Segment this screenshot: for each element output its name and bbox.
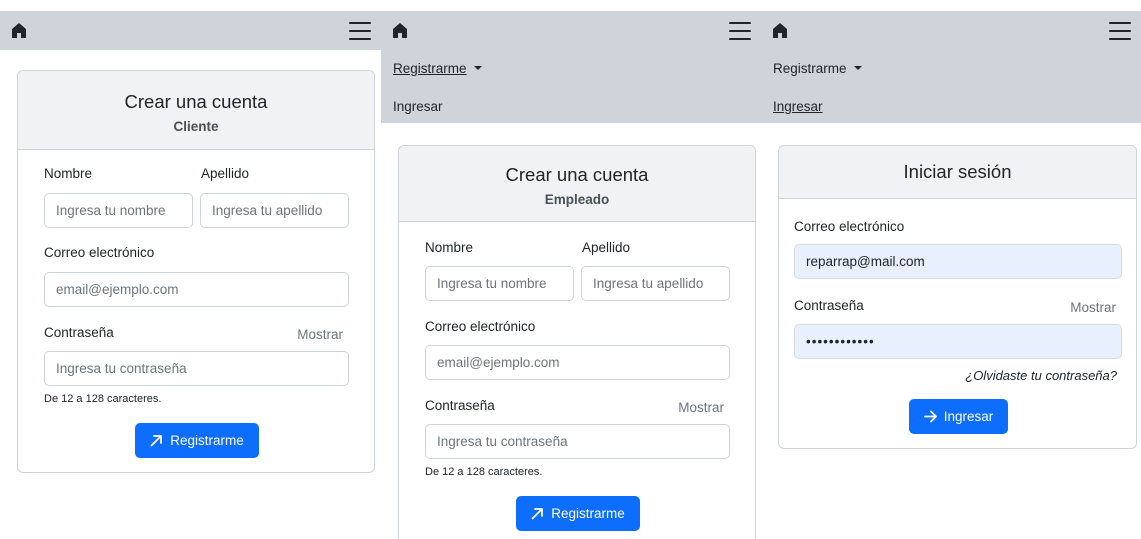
- password-help-text: De 12 a 128 caracteres.: [425, 466, 543, 478]
- card-header: Iniciar sesión: [779, 146, 1136, 199]
- show-password-toggle[interactable]: Mostrar: [297, 327, 343, 342]
- card-subtitle: Empleado: [544, 192, 610, 207]
- employee-signup-view: Registrarme Ingresar Crear una cuenta Em…: [381, 11, 761, 539]
- register-button[interactable]: Registrarme: [135, 423, 259, 458]
- card-header: Crear una cuenta Cliente: [18, 71, 374, 150]
- login-button[interactable]: Ingresar: [909, 399, 1008, 434]
- signup-card: Crear una cuenta Cliente Nombre Apellido…: [17, 70, 375, 473]
- home-icon[interactable]: [393, 23, 407, 38]
- register-button[interactable]: Registrarme: [516, 496, 640, 531]
- client-signup-view: Crear una cuenta Cliente Nombre Apellido…: [0, 11, 381, 539]
- hamburger-menu-icon[interactable]: [349, 22, 371, 40]
- login-card: Iniciar sesión Correo electrónico Contra…: [778, 145, 1137, 449]
- last-name-input[interactable]: [581, 266, 730, 301]
- arrow-right-icon: [923, 410, 937, 423]
- email-input[interactable]: [794, 244, 1122, 279]
- first-name-label: Nombre: [425, 240, 474, 255]
- password-help-text: De 12 a 128 caracteres.: [44, 393, 162, 405]
- email-input[interactable]: [425, 345, 730, 380]
- card-title: Crear una cuenta: [124, 91, 268, 112]
- last-name-label: Apellido: [582, 240, 631, 255]
- forgot-password-link[interactable]: ¿Olvidaste tu contraseña?: [965, 368, 1117, 383]
- login-button-label: Ingresar: [943, 409, 994, 424]
- nav-item-login[interactable]: Ingresar: [393, 99, 443, 114]
- email-input[interactable]: [44, 272, 349, 307]
- register-button-label: Registrarme: [170, 433, 244, 448]
- top-navbar: [381, 11, 761, 50]
- card-header: Crear una cuenta Empleado: [399, 146, 755, 222]
- top-navbar: [761, 11, 1141, 50]
- password-label: Contraseña: [425, 398, 495, 413]
- login-view: Registrarme Ingresar Iniciar sesión Corr…: [761, 11, 1141, 539]
- first-name-label: Nombre: [44, 166, 93, 181]
- card-title: Iniciar sesión: [903, 161, 1012, 182]
- show-password-toggle[interactable]: Mostrar: [1070, 300, 1116, 315]
- hamburger-menu-icon[interactable]: [729, 22, 751, 40]
- caret-down-icon: [473, 66, 482, 70]
- password-label: Contraseña: [44, 325, 114, 340]
- email-label: Correo electrónico: [794, 219, 905, 234]
- nav-item-login[interactable]: Ingresar: [773, 99, 823, 114]
- home-icon[interactable]: [773, 23, 787, 38]
- collapsed-nav-menu: Registrarme Ingresar: [761, 50, 1141, 123]
- show-password-toggle[interactable]: Mostrar: [678, 400, 724, 415]
- card-title: Crear una cuenta: [505, 164, 649, 185]
- nav-item-register[interactable]: Registrarme: [393, 61, 482, 76]
- first-name-input[interactable]: [44, 193, 193, 228]
- card-subtitle: Cliente: [173, 119, 219, 134]
- nav-item-register-label: Registrarme: [773, 61, 847, 76]
- email-label: Correo electrónico: [44, 245, 155, 260]
- signup-card: Crear una cuenta Empleado Nombre Apellid…: [398, 145, 756, 539]
- nav-item-register[interactable]: Registrarme: [773, 61, 862, 76]
- nav-item-register-label: Registrarme: [393, 61, 467, 76]
- password-label: Contraseña: [794, 298, 864, 313]
- collapsed-nav-menu: Registrarme Ingresar: [381, 50, 761, 123]
- last-name-input[interactable]: [200, 193, 349, 228]
- arrow-up-right-icon: [150, 435, 163, 447]
- password-input[interactable]: [425, 424, 730, 459]
- email-label: Correo electrónico: [425, 319, 536, 334]
- hamburger-menu-icon[interactable]: [1109, 22, 1131, 40]
- top-navbar: [0, 11, 381, 50]
- first-name-input[interactable]: [425, 266, 574, 301]
- last-name-label: Apellido: [201, 166, 250, 181]
- caret-down-icon: [853, 66, 862, 70]
- arrow-up-right-icon: [531, 508, 544, 520]
- password-input[interactable]: [44, 351, 349, 386]
- register-button-label: Registrarme: [551, 506, 625, 521]
- home-icon[interactable]: [12, 23, 26, 38]
- password-input[interactable]: [794, 324, 1122, 359]
